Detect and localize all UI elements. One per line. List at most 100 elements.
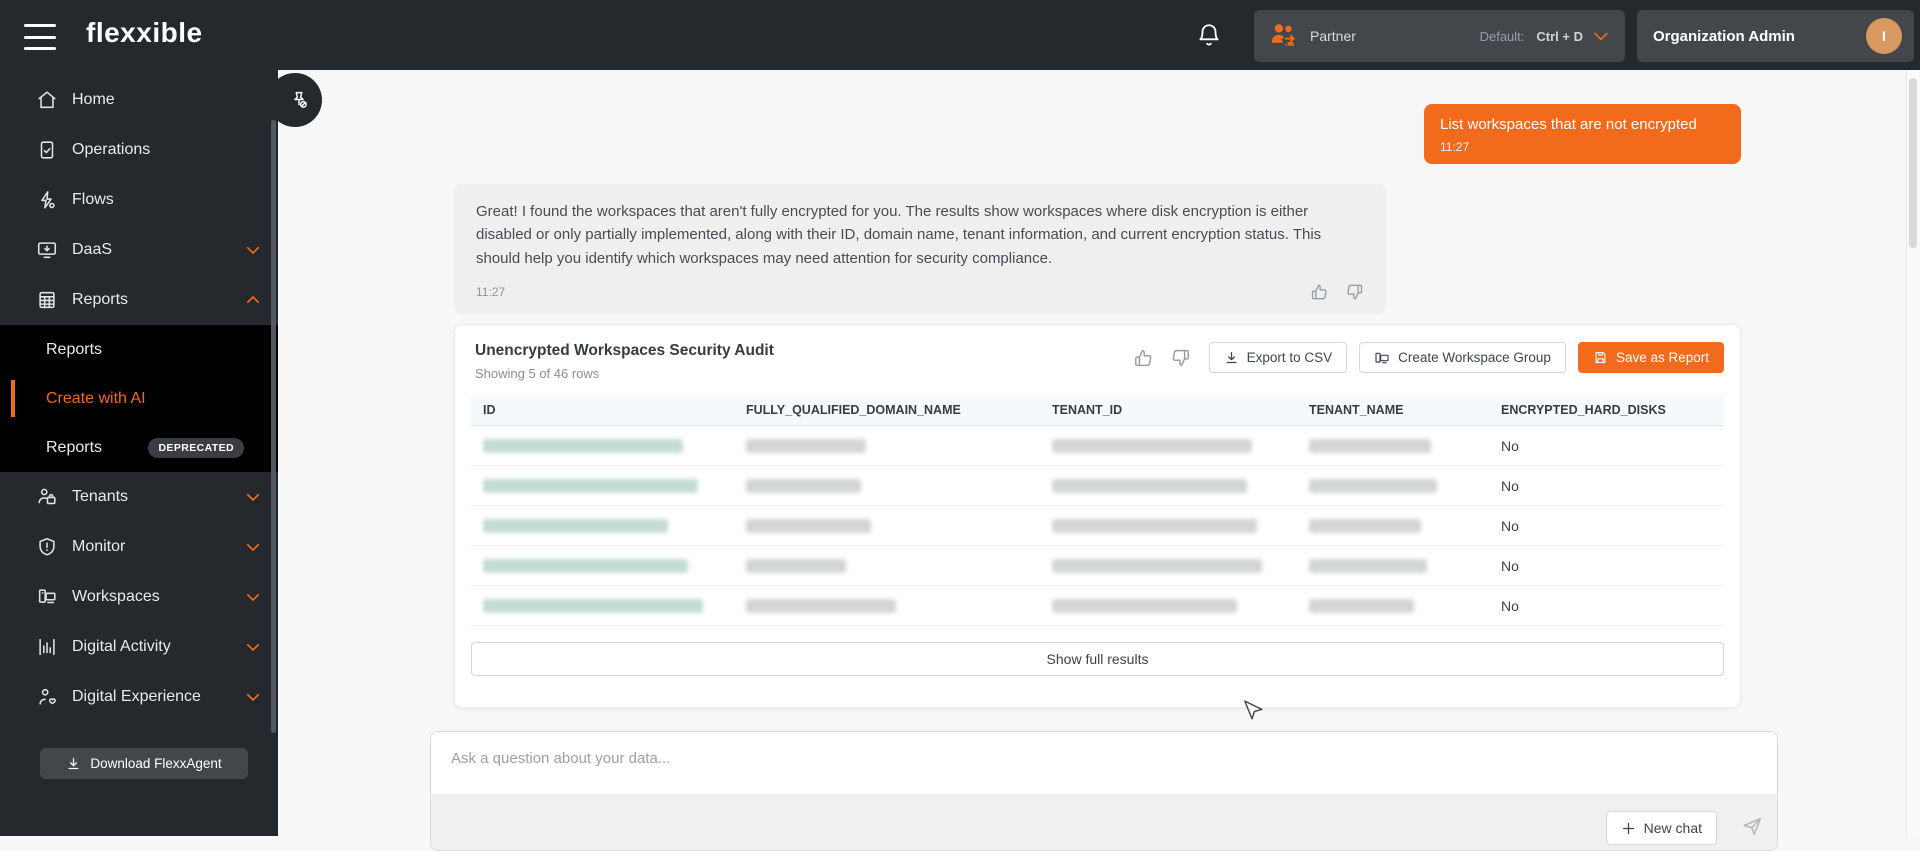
table-row[interactable]: No (471, 426, 1724, 466)
redacted-tenant-name-cell (1309, 519, 1421, 533)
operations-icon (36, 139, 58, 161)
app-logo: flexxible (86, 17, 203, 49)
tenants-icon (36, 486, 58, 508)
notifications-bell-icon[interactable] (1196, 22, 1222, 48)
chevron-up-icon (244, 291, 262, 309)
sidebar-subitem-reports[interactable]: Reports (0, 325, 278, 374)
chevron-down-icon (244, 638, 262, 656)
table-header-row: IDFULLY_QUALIFIED_DOMAIN_NAMETENANT_IDTE… (471, 395, 1724, 426)
pin-toggle[interactable] (268, 73, 322, 127)
sidebar-item-reports[interactable]: Reports (0, 275, 278, 325)
avatar: I (1866, 18, 1902, 54)
column-header[interactable]: FULLY_QUALIFIED_DOMAIN_NAME (734, 395, 1040, 425)
redacted-tenant-name-cell (1309, 439, 1431, 453)
send-button[interactable] (1741, 815, 1763, 837)
column-header[interactable]: TENANT_ID (1040, 395, 1297, 425)
deprecated-badge: DEPRECATED (148, 438, 244, 458)
download-icon (1224, 350, 1239, 365)
redacted-tenant-name-cell (1309, 559, 1427, 573)
daas-icon (36, 239, 58, 261)
column-header[interactable]: ID (471, 395, 734, 425)
sidebar-item-digital-activity[interactable]: Digital Activity (0, 622, 278, 672)
sidebar-item-digital-experience[interactable]: Digital Experience (0, 672, 278, 722)
sidebar: HomeOperationsFlowsDaaSReports ReportsCr… (0, 70, 278, 836)
partner-selector[interactable]: Partner Default: Ctrl + D (1254, 10, 1625, 62)
sidebar-item-daas[interactable]: DaaS (0, 225, 278, 275)
sidebar-item-monitor[interactable]: Monitor (0, 522, 278, 572)
topbar: flexxible Partner Default: Ctrl + D Organ… (0, 0, 1920, 70)
reports-icon (36, 289, 58, 311)
export-csv-button[interactable]: Export to CSV (1209, 342, 1348, 373)
reports-submenu: ReportsCreate with AIReportsDEPRECATED (0, 325, 278, 472)
save-as-report-button[interactable]: Save as Report (1578, 342, 1724, 373)
sidebar-nav-bottom: TenantsMonitorWorkspacesDigital Activity… (0, 472, 278, 722)
create-workspace-group-button[interactable]: Create Workspace Group (1359, 342, 1566, 373)
assistant-message-time: 11:27 (476, 285, 505, 299)
flows-icon (36, 189, 58, 211)
encrypted-hard-disks-cell: No (1489, 466, 1724, 505)
home-icon (36, 89, 58, 111)
thumbs-down-icon[interactable] (1169, 347, 1191, 369)
show-full-results-button[interactable]: Show full results (471, 642, 1724, 676)
save-icon (1593, 350, 1608, 365)
workspaces-icon (36, 586, 58, 608)
sidebar-scrollbar[interactable] (271, 120, 276, 733)
thumbs-up-icon[interactable] (1310, 282, 1330, 302)
menu-icon[interactable] (24, 22, 56, 52)
redacted-id-cell (483, 519, 668, 533)
redacted-tenant-id-cell (1052, 479, 1247, 493)
redacted-fqdn-cell (746, 519, 871, 533)
new-chat-button[interactable]: New chat (1606, 811, 1717, 845)
chat-question-input[interactable] (431, 732, 1777, 794)
sidebar-nav-top: HomeOperationsFlowsDaaSReports (0, 70, 278, 325)
table-row[interactable]: No (471, 466, 1724, 506)
redacted-id-cell (483, 479, 698, 493)
redacted-tenant-id-cell (1052, 439, 1252, 453)
redacted-tenant-id-cell (1052, 519, 1257, 533)
partner-default-prefix: Default: (1480, 29, 1525, 44)
sidebar-item-workspaces[interactable]: Workspaces (0, 572, 278, 622)
download-flexxagent-button[interactable]: Download FlexxAgent (40, 748, 248, 779)
page-scrollbar[interactable] (1906, 70, 1920, 836)
chevron-down-icon (244, 241, 262, 259)
partner-shortcut: Ctrl + D (1536, 29, 1583, 44)
page-scrollbar-thumb[interactable] (1909, 78, 1917, 248)
redacted-id-cell (483, 439, 683, 453)
chevron-down-icon (244, 588, 262, 606)
chevron-down-icon (1591, 26, 1611, 46)
user-message-text: List workspaces that are not encrypted (1440, 115, 1725, 135)
column-header[interactable]: ENCRYPTED_HARD_DISKS (1489, 395, 1724, 425)
table-row[interactable]: No (471, 586, 1724, 626)
redacted-tenant-name-cell (1309, 479, 1437, 493)
results-table: IDFULLY_QUALIFIED_DOMAIN_NAMETENANT_IDTE… (471, 395, 1724, 626)
column-header[interactable]: TENANT_NAME (1297, 395, 1489, 425)
redacted-id-cell (483, 559, 688, 573)
redacted-fqdn-cell (746, 599, 896, 613)
redacted-tenant-id-cell (1052, 599, 1237, 613)
sidebar-item-home[interactable]: Home (0, 75, 278, 125)
partner-label: Partner (1310, 28, 1356, 44)
download-icon (66, 756, 81, 771)
user-message-time: 11:27 (1440, 140, 1725, 154)
thumbs-down-icon[interactable] (1344, 282, 1364, 302)
sidebar-item-flows[interactable]: Flows (0, 175, 278, 225)
table-row[interactable]: No (471, 506, 1724, 546)
chevron-down-icon (244, 688, 262, 706)
sidebar-subitem-reports-deprecated[interactable]: ReportsDEPRECATED (0, 423, 278, 472)
redacted-fqdn-cell (746, 559, 846, 573)
digital-activity-icon (36, 636, 58, 658)
account-menu[interactable]: Organization Admin I (1637, 10, 1914, 62)
redacted-fqdn-cell (746, 479, 861, 493)
assistant-message-text: Great! I found the workspaces that aren'… (476, 200, 1364, 270)
plus-icon (1621, 821, 1636, 836)
sidebar-subitem-create-with-ai[interactable]: Create with AI (0, 374, 278, 423)
assistant-message: Great! I found the workspaces that aren'… (454, 184, 1386, 314)
sidebar-item-tenants[interactable]: Tenants (0, 472, 278, 522)
digital-experience-icon (36, 686, 58, 708)
thumbs-up-icon[interactable] (1133, 347, 1155, 369)
encrypted-hard-disks-cell: No (1489, 586, 1724, 625)
workspace-group-icon (1374, 350, 1390, 366)
table-row[interactable]: No (471, 546, 1724, 586)
partner-icon (1268, 20, 1300, 52)
sidebar-item-operations[interactable]: Operations (0, 125, 278, 175)
